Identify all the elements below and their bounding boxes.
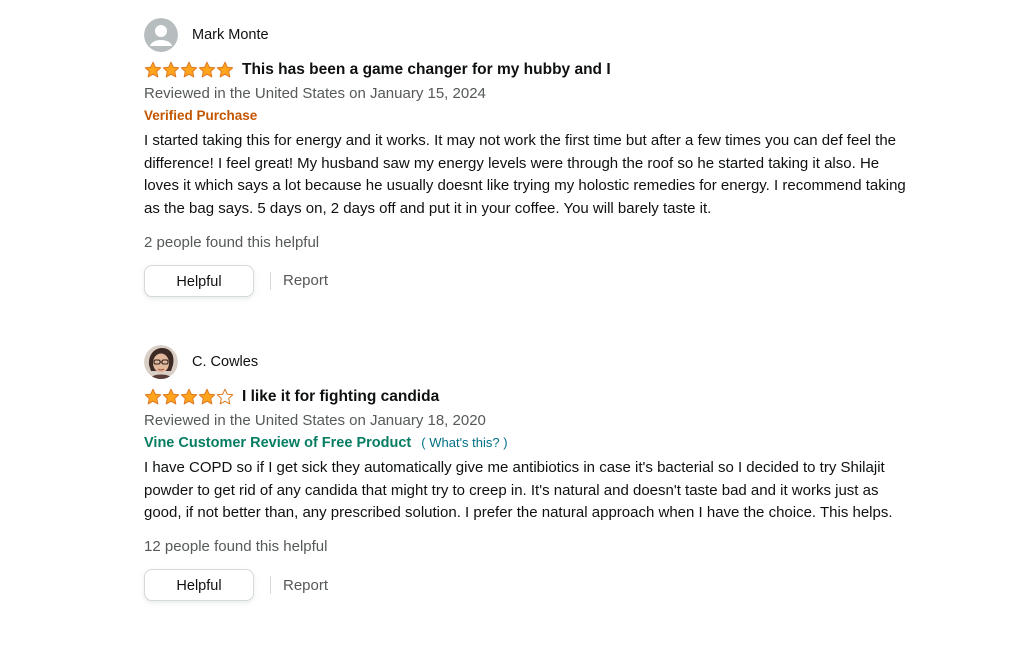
review-date: Reviewed in the United States on January… <box>144 85 486 102</box>
star-filled-icon <box>180 388 198 405</box>
reviewer-name: C. Cowles <box>192 354 259 370</box>
action-divider <box>270 271 271 290</box>
star-filled-icon <box>216 61 234 78</box>
vine-badge-label: Vine Customer Review of Free Product <box>144 435 412 451</box>
review-body: I started taking this for energy and it … <box>144 132 906 218</box>
star-empty-icon <box>216 388 234 405</box>
star-rating[interactable] <box>144 61 234 79</box>
verified-purchase-badge[interactable]: Verified Purchase <box>144 105 914 127</box>
default-avatar-icon <box>144 18 178 52</box>
star-filled-icon <box>180 61 198 78</box>
star-filled-icon <box>144 61 162 78</box>
vine-review-badge: Vine Customer Review of Free Product ( W… <box>144 432 914 454</box>
star-filled-icon <box>198 388 216 405</box>
helpful-button[interactable]: Helpful <box>144 569 254 602</box>
review-body: I have COPD so if I get sick they automa… <box>144 459 893 522</box>
star-rating[interactable] <box>144 388 234 406</box>
star-filled-icon <box>162 388 180 405</box>
star-filled-icon <box>162 61 180 78</box>
reviewer-profile[interactable]: Mark Monte <box>144 17 914 53</box>
reviewer-profile[interactable]: C. Cowles <box>144 344 914 380</box>
helpful-count: 2 people found this helpful <box>144 233 320 251</box>
star-filled-icon <box>198 61 216 78</box>
report-link[interactable]: Report <box>283 272 328 289</box>
review-card: C. Cowles I like it for fighting candida… <box>144 344 914 602</box>
review-title[interactable]: I like it for fighting candida <box>242 388 439 406</box>
review-date: Reviewed in the United States on January… <box>144 412 486 429</box>
review-title[interactable]: This has been a game changer for my hubb… <box>242 61 611 79</box>
star-filled-icon <box>144 388 162 405</box>
whats-this-link[interactable]: ( What's this? ) <box>421 435 507 450</box>
review-card: Mark Monte This has been a game changer … <box>144 17 914 297</box>
report-link[interactable]: Report <box>283 577 328 594</box>
helpful-count: 12 people found this helpful <box>144 538 328 556</box>
helpful-button[interactable]: Helpful <box>144 264 254 297</box>
profile-photo-avatar <box>144 345 178 379</box>
reviewer-name: Mark Monte <box>192 27 269 43</box>
action-divider <box>270 576 271 595</box>
